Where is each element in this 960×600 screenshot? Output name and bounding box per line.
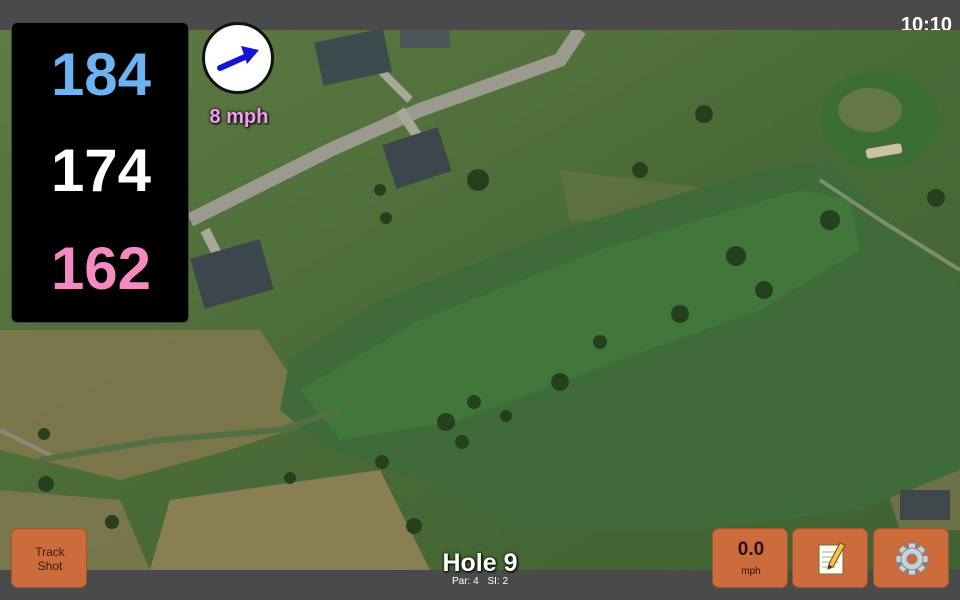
gear-icon (895, 542, 929, 576)
distance-middle-of-green: 174 (50, 137, 152, 204)
speed-value: 0.0 (737, 539, 765, 560)
notes-button[interactable] (792, 528, 868, 588)
track-shot-button[interactable]: Track Shot (11, 528, 87, 588)
settings-button[interactable] (873, 528, 949, 588)
distance-front-of-green: 162 (50, 235, 152, 302)
speed-unit: mph (741, 566, 761, 577)
distance-panel: 184 174 162 (11, 22, 189, 323)
wind-direction-arrow-icon (217, 46, 259, 71)
hole-par: Par: 4 (451, 576, 479, 587)
wind-speed-label: 8 mph (209, 106, 269, 128)
hole-info: Par: 4 SI: 2 (400, 576, 560, 587)
track-shot-label: Track Shot (35, 545, 65, 573)
hole-stroke-index: SI: 2 (487, 576, 509, 587)
wind-direction-indicator (202, 22, 274, 94)
notepad-icon (818, 542, 846, 575)
distance-back-of-green: 184 (50, 41, 152, 108)
hole-title: Hole 9 (442, 549, 518, 577)
speed-button[interactable]: 0.0 mph (712, 528, 788, 588)
